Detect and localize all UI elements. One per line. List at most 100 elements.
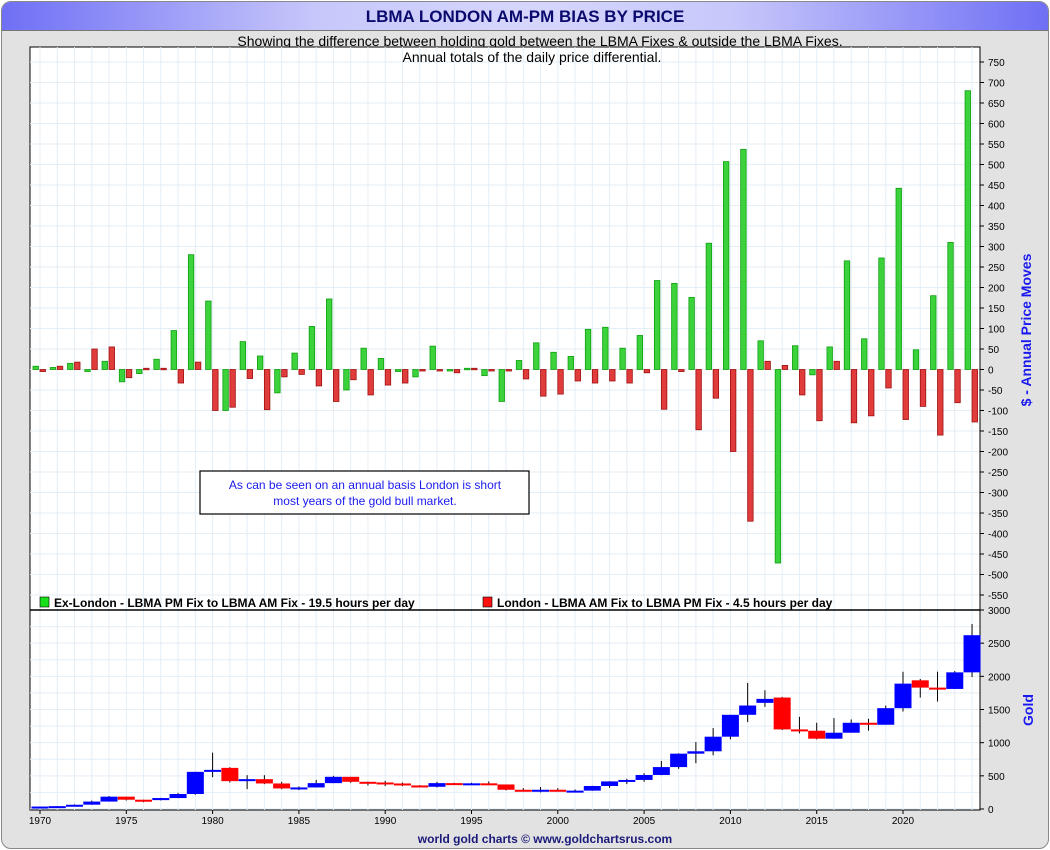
- y-tick-label: 300: [988, 243, 1005, 254]
- x-tick-label: 1970: [29, 816, 52, 827]
- ex-london-bar: [118, 369, 126, 383]
- y-tick-label: -100: [988, 407, 1008, 418]
- legend-label-london: London - LBMA AM Fix to LBMA PM Fix - 4.…: [497, 596, 833, 610]
- y-tick-label: 100: [988, 325, 1005, 336]
- candle-up: [324, 776, 342, 784]
- london-bar: [74, 361, 81, 370]
- candle-up: [204, 769, 222, 772]
- y-tick-label: -150: [988, 427, 1008, 438]
- y-axis-label: $ - Annual Price Moves: [1018, 253, 1034, 406]
- candle-down: [808, 730, 826, 739]
- london-bar: [954, 369, 961, 404]
- y-tick-label: -550: [988, 591, 1008, 602]
- y-tick-label: 50: [988, 345, 1000, 356]
- ex-london-bar: [826, 346, 833, 370]
- candle-up: [186, 771, 204, 795]
- y-tick-label: 0: [988, 366, 994, 377]
- ex-london-bar: [32, 365, 39, 370]
- ex-london-bar: [584, 328, 592, 370]
- y-tick-label: -350: [988, 509, 1008, 520]
- ex-london-bar: [688, 296, 695, 370]
- london-bar: [194, 361, 202, 370]
- annotation-text-1: As can be seen on an annual basis London…: [229, 478, 502, 492]
- candle-up: [756, 698, 774, 703]
- x-tick-label: 1975: [115, 816, 138, 827]
- candle-up: [670, 753, 688, 768]
- london-bar: [609, 369, 616, 382]
- london-bar: [695, 369, 702, 431]
- ex-london-bar: [723, 161, 730, 370]
- london-bar: [91, 348, 98, 370]
- london-bar: [108, 346, 115, 370]
- london-bar: [367, 369, 374, 396]
- ex-london-bar: [515, 360, 523, 370]
- london-bar: [937, 369, 944, 436]
- y-tick-label: 150: [988, 304, 1005, 315]
- ex-london-bar: [291, 352, 298, 370]
- gold-y-tick-label: 1500: [988, 706, 1011, 717]
- ex-london-bar: [964, 90, 971, 370]
- ex-london-bar: [101, 360, 108, 370]
- ex-london-bar: [153, 358, 160, 370]
- candle-up: [601, 781, 619, 786]
- london-bar: [419, 369, 426, 372]
- candle-down: [929, 687, 947, 690]
- london-bar: [263, 369, 271, 411]
- london-bar: [764, 360, 771, 370]
- candle-down: [342, 776, 360, 782]
- candle-up: [687, 751, 705, 754]
- candle-down: [911, 680, 929, 688]
- candle-up: [532, 789, 550, 792]
- london-bar: [436, 369, 443, 372]
- y-tick-label: 450: [988, 181, 1005, 192]
- london-bar: [56, 365, 64, 370]
- candle-up: [635, 774, 653, 780]
- candle-up: [238, 779, 256, 782]
- y-tick-label: 400: [988, 202, 1005, 213]
- chart-canvas: Annual totals of the daily price differe…: [29, 46, 1036, 827]
- y-tick-label: -200: [988, 448, 1008, 459]
- candle-up: [704, 736, 722, 752]
- ex-london-bar: [498, 369, 505, 402]
- ex-london-bar: [792, 345, 799, 370]
- ex-london-bar: [343, 369, 350, 391]
- ex-london-bar: [861, 338, 868, 370]
- ex-london-bar: [653, 280, 661, 370]
- candle-up: [618, 779, 636, 782]
- london-bar: [39, 369, 46, 372]
- x-tick-label: 2010: [719, 816, 742, 827]
- london-bar: [315, 369, 323, 387]
- ex-london-bar: [705, 242, 713, 370]
- ex-london-bar: [636, 335, 643, 370]
- candle-up: [428, 783, 446, 787]
- ex-london-bar: [187, 254, 195, 370]
- y-tick-label: -450: [988, 550, 1008, 561]
- candle-down: [255, 779, 273, 784]
- x-tick-label: 1995: [460, 816, 483, 827]
- ex-london-bar: [533, 342, 540, 370]
- london-bar: [574, 369, 581, 382]
- london-bar: [471, 367, 478, 371]
- ex-london-bar: [757, 340, 764, 370]
- london-bar: [125, 369, 133, 379]
- ex-london-bar: [136, 369, 143, 374]
- ex-london-bar: [377, 358, 385, 370]
- london-bar: [540, 369, 547, 397]
- london-bar: [868, 369, 875, 417]
- london-bar: [402, 369, 409, 384]
- ex-london-bar: [308, 326, 316, 370]
- x-tick-label: 1985: [288, 816, 311, 827]
- london-bar: [384, 369, 392, 386]
- ex-london-bar: [67, 362, 74, 370]
- x-tick-label: 1980: [201, 816, 224, 827]
- y-tick-label: 500: [988, 161, 1005, 172]
- candle-up: [721, 714, 739, 737]
- legend-swatch-london: [482, 596, 493, 608]
- y-tick-label: 700: [988, 79, 1005, 90]
- x-tick-label: 2015: [806, 816, 829, 827]
- candle-up: [652, 767, 670, 775]
- candle-down: [359, 781, 377, 784]
- candle-up: [739, 705, 757, 715]
- candle-up: [152, 798, 170, 801]
- london-bar: [557, 369, 564, 395]
